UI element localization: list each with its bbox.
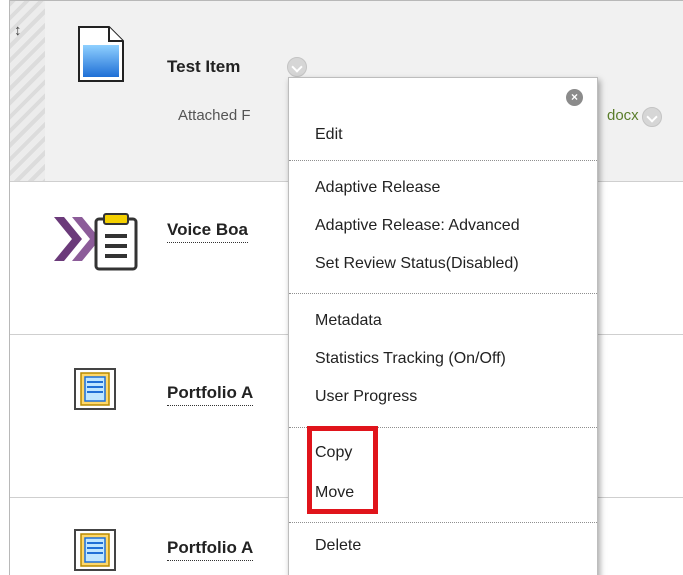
menu-item-user-progress[interactable]: User Progress bbox=[315, 388, 417, 406]
chevron-down-icon[interactable] bbox=[642, 107, 662, 127]
chevron-down-icon[interactable] bbox=[287, 57, 307, 77]
document-icon bbox=[76, 25, 126, 88]
drag-strip[interactable]: ↕ bbox=[10, 1, 45, 181]
menu-item-edit[interactable]: Edit bbox=[315, 126, 343, 144]
menu-item-set-review-status[interactable]: Set Review Status(Disabled) bbox=[315, 255, 519, 273]
attached-file-link[interactable]: docx bbox=[607, 107, 639, 124]
portfolio-icon bbox=[73, 528, 117, 575]
item-title[interactable]: Portfolio A bbox=[167, 538, 254, 561]
voice-board-icon bbox=[52, 209, 142, 276]
item-title[interactable]: Portfolio A bbox=[167, 383, 254, 406]
menu-group-tracking: Metadata Statistics Tracking (On/Off) Us… bbox=[289, 294, 597, 428]
menu-item-delete[interactable]: Delete bbox=[315, 537, 361, 555]
attached-files-label: Attached F bbox=[178, 107, 251, 124]
menu-item-adaptive-release[interactable]: Adaptive Release bbox=[315, 179, 440, 197]
menu-item-statistics-tracking[interactable]: Statistics Tracking (On/Off) bbox=[315, 350, 506, 368]
portfolio-icon bbox=[73, 367, 117, 416]
menu-group-edit: Edit bbox=[289, 78, 597, 161]
highlight-box bbox=[307, 426, 378, 514]
menu-group-release: Adaptive Release Adaptive Release: Advan… bbox=[289, 161, 597, 294]
menu-group-delete: Delete bbox=[289, 523, 597, 575]
menu-item-adaptive-release-advanced[interactable]: Adaptive Release: Advanced bbox=[315, 217, 520, 235]
drag-handle-icon[interactable]: ↕ bbox=[14, 21, 26, 41]
menu-item-metadata[interactable]: Metadata bbox=[315, 312, 382, 330]
item-title[interactable]: Test Item bbox=[167, 57, 240, 77]
item-title[interactable]: Voice Boa bbox=[167, 220, 248, 243]
content-area: ↕ Test Item Attached F docx Voice Boa Po… bbox=[0, 0, 683, 575]
